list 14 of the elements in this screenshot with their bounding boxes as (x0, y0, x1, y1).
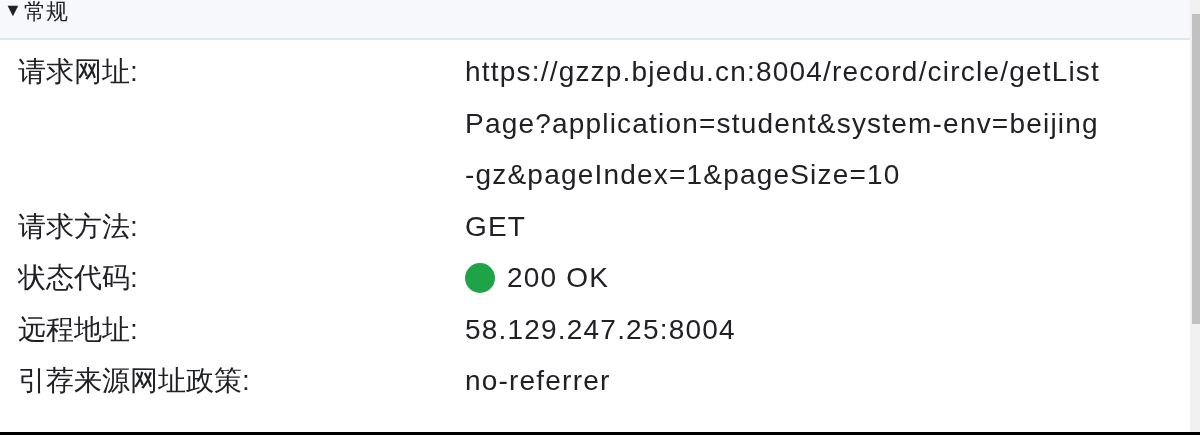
field-label: 请求方法: (17, 209, 139, 244)
scrollbar-thumb[interactable] (1192, 14, 1200, 324)
field-label: 远程地址: (17, 312, 139, 347)
field-label: 请求网址: (17, 55, 139, 89)
field-value: 58.129.247.25:8004 (465, 312, 736, 347)
field-value: 200 OK (507, 261, 610, 295)
field-value: https://gzzp.bjedu.cn:8004/record/circle/getListPage?application=student&system-env=beijing-gz&pageIndex=1&pageSize=10 (465, 55, 1102, 192)
field-label: 状态代码: (17, 261, 139, 295)
expand-toggle[interactable]: ▼ (4, 1, 22, 19)
field-value: no-referrer (465, 364, 611, 398)
section-header[interactable]: ▼常规 (0, 0, 1190, 40)
field-label: 引荐来源网址政策: (17, 364, 251, 398)
field-value: GET (465, 209, 527, 244)
section-title: 常规 (23, 1, 68, 23)
